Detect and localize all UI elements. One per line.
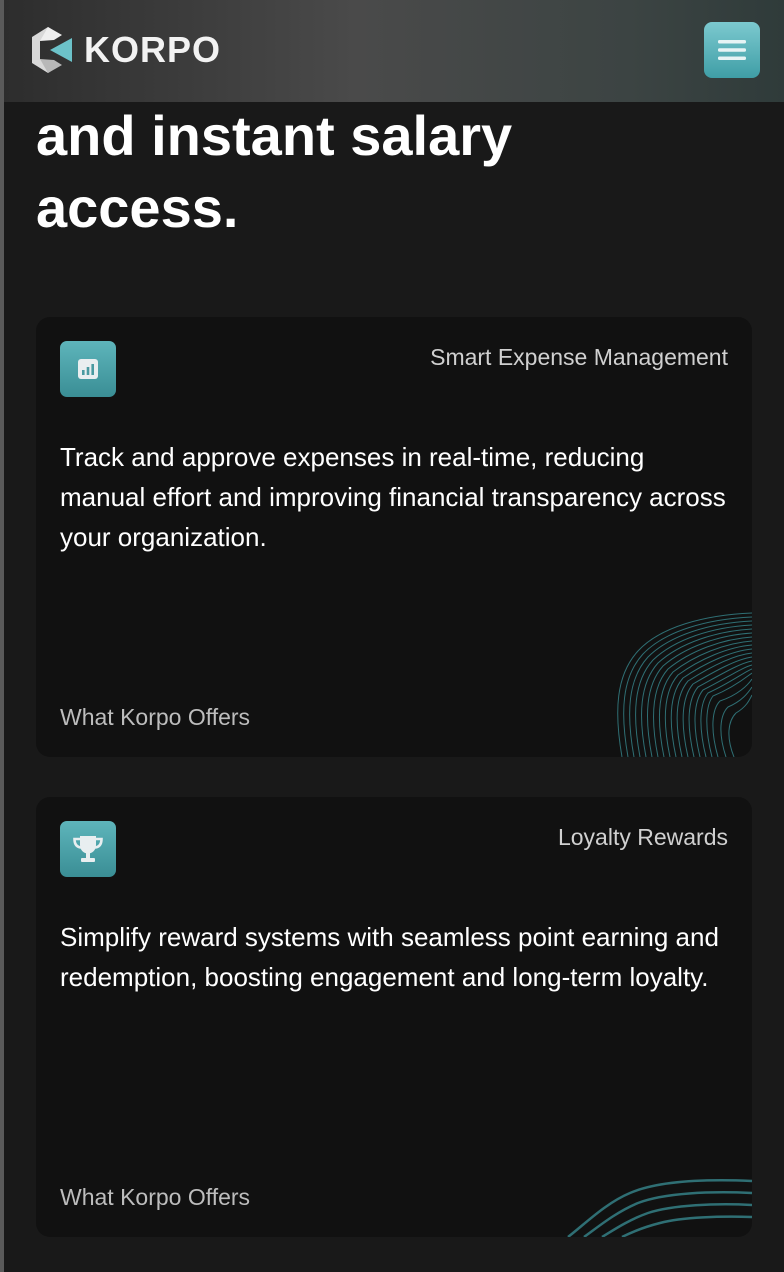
card-footer-label: What Korpo Offers [60,704,251,730]
feature-card-loyalty-rewards: Loyalty Rewards Simplify reward systems … [36,797,752,1237]
card-icon-badge [60,341,116,397]
viewport-left-edge [0,0,4,1272]
hero-heading-line-1: and instant salary [36,104,513,167]
feature-card-expense-management: Smart Expense Management Track and appro… [36,317,752,757]
hero-heading: and instant salary access. [36,100,736,244]
site-header: KORPO [4,0,784,102]
card-description: Track and approve expenses in real-time,… [60,442,726,552]
card-icon-badge [60,821,116,877]
trophy-icon [73,836,103,862]
card-description: Simplify reward systems with seamless po… [60,922,719,992]
card-footer-label: What Korpo Offers [60,1184,251,1210]
wave-lines-decoration [567,1179,752,1237]
hero-heading-line-2: access. [36,176,239,239]
korpo-logo-mark-icon [32,27,72,73]
brand-name: KORPO [84,29,222,70]
card-title: Loyalty Rewards [557,824,728,850]
bar-chart-icon [78,359,98,379]
wave-lines-decoration [617,612,752,757]
hamburger-menu-icon [718,40,746,60]
brand-logo[interactable]: KORPO [28,22,221,78]
hamburger-menu-button[interactable] [704,22,760,78]
card-title: Smart Expense Management [430,344,728,370]
